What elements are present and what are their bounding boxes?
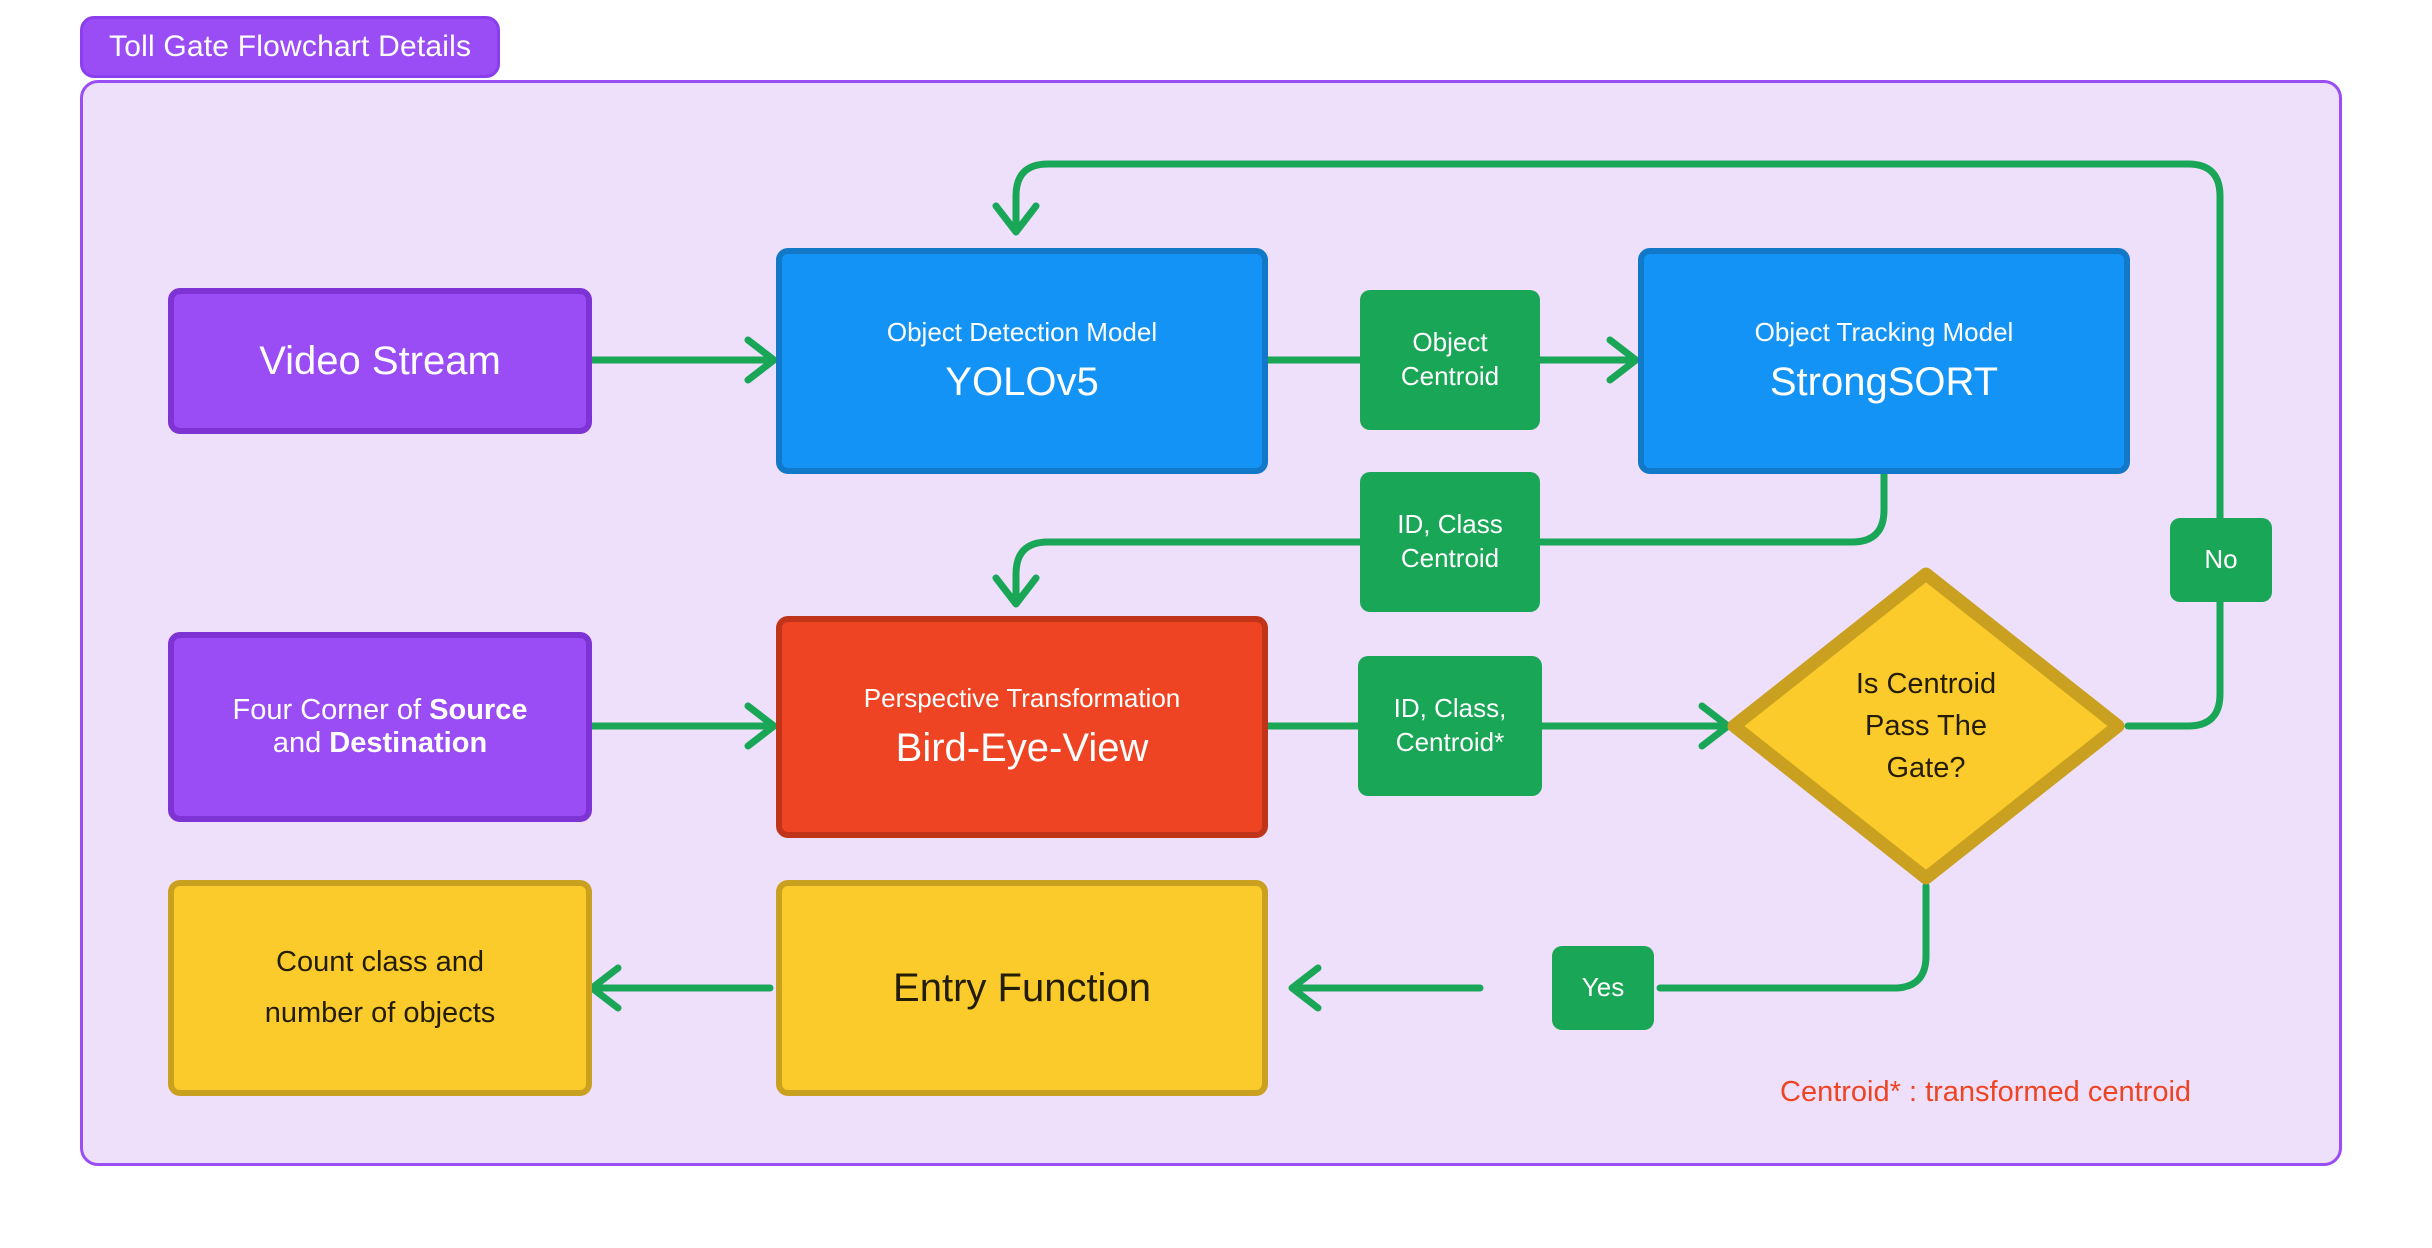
node-object-tracking-model[interactable]: Object Tracking Model StrongSORT	[1638, 248, 2130, 474]
node-four-corner-line2: and Destination	[272, 727, 488, 759]
flowchart-canvas: Toll Gate Flowchart Details .ln { fill:n…	[0, 0, 2432, 1248]
node-video-stream-label: Video Stream	[259, 338, 501, 383]
edge-label-id-class-centroid-star-line1: ID, Class,	[1393, 693, 1507, 724]
node-count-class[interactable]: Count class and number of objects	[168, 880, 592, 1096]
node-entry-function-label: Entry Function	[893, 965, 1151, 1010]
node-decision-gate[interactable]: Is Centroid Pass The Gate?	[1726, 566, 2126, 886]
edge-label-object-centroid: Object Centroid	[1360, 290, 1540, 430]
edge-label-object-centroid-line1: Object	[1412, 327, 1488, 358]
node-tracking-line2: StrongSORT	[1769, 360, 1999, 404]
node-perspective-line2: Bird-Eye-View	[895, 726, 1149, 770]
node-count-class-line2: number of objects	[264, 997, 496, 1029]
node-four-corner-line1: Four Corner of Source	[232, 694, 528, 726]
node-count-class-line1: Count class and	[276, 946, 484, 978]
node-detection-line1: Object Detection Model	[886, 317, 1158, 347]
edge-label-id-class-centroid-line1: ID, Class	[1397, 509, 1503, 540]
page-title-label: Toll Gate Flowchart Details	[109, 30, 472, 63]
node-detection-line2: YOLOv5	[945, 360, 1099, 404]
node-perspective-line1: Perspective Transformation	[863, 683, 1181, 713]
node-entry-function[interactable]: Entry Function	[776, 880, 1268, 1096]
node-four-corner[interactable]: Four Corner of Source and Destination	[168, 632, 592, 822]
edge-label-no: No	[2170, 518, 2272, 602]
page-title: Toll Gate Flowchart Details	[80, 16, 501, 78]
edge-label-id-class-centroid-star-line2: Centroid*	[1395, 727, 1505, 757]
edge-label-yes: Yes	[1552, 946, 1654, 1030]
decision-diamond-shape	[1727, 567, 2125, 885]
edge-label-id-class-centroid: ID, Class Centroid	[1360, 472, 1540, 612]
footnote-text: Centroid* : transformed centroid	[1780, 1076, 2192, 1108]
node-tracking-line1: Object Tracking Model	[1754, 317, 2014, 347]
edge-label-object-centroid-line2: Centroid	[1400, 361, 1500, 391]
node-perspective-transformation[interactable]: Perspective Transformation Bird-Eye-View	[776, 616, 1268, 838]
edge-label-id-class-centroid-star: ID, Class, Centroid*	[1358, 656, 1542, 796]
edge-label-yes-text: Yes	[1581, 972, 1625, 1003]
node-object-detection-model[interactable]: Object Detection Model YOLOv5	[776, 248, 1268, 474]
footnote-centroid-definition: Centroid* : transformed centroid	[1780, 1076, 2191, 1109]
node-video-stream[interactable]: Video Stream	[168, 288, 592, 434]
edge-label-id-class-centroid-line2: Centroid	[1400, 543, 1500, 573]
edge-label-no-text: No	[2204, 544, 2238, 575]
